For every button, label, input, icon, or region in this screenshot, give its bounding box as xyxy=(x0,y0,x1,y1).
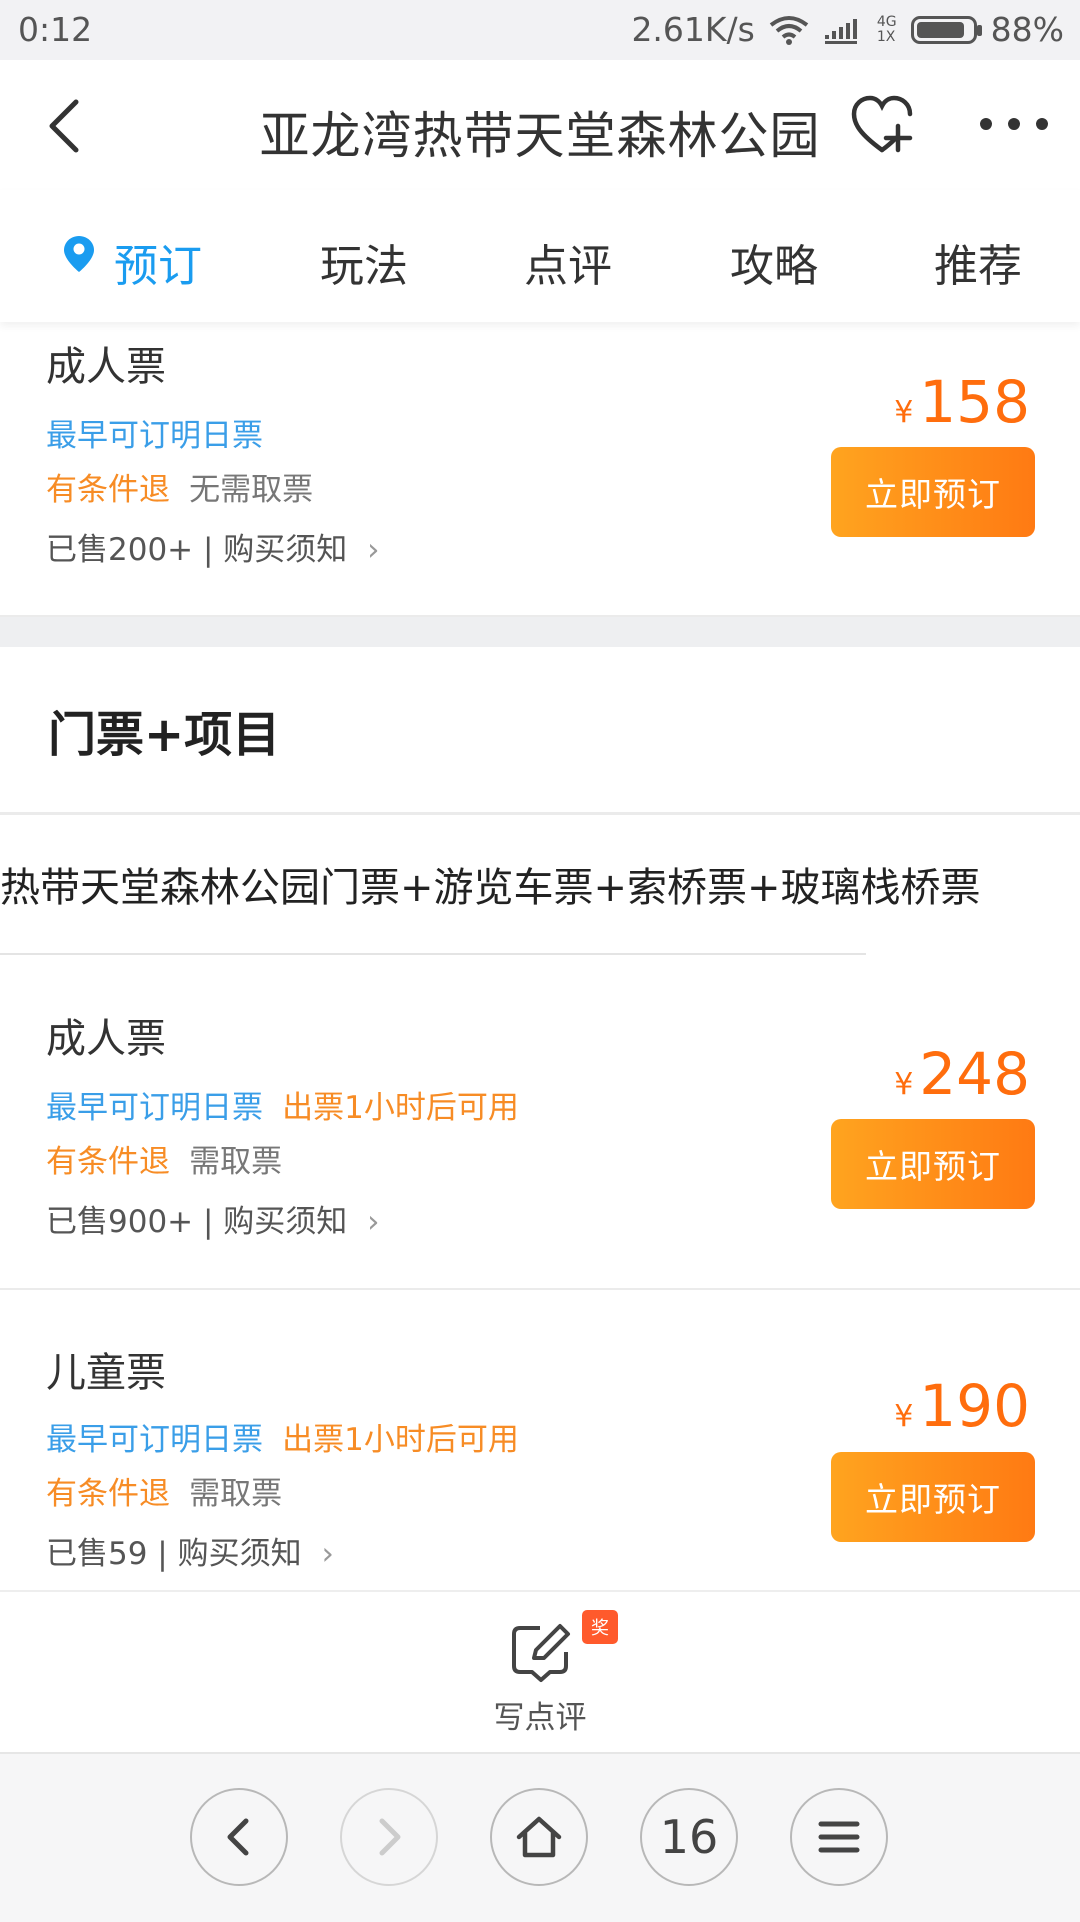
header: 亚龙湾热带天堂森林公园 xyxy=(0,60,1080,190)
battery-percent: 88% xyxy=(990,10,1064,49)
reward-badge: 奖 xyxy=(582,1610,618,1644)
package-name: 热带天堂森林公园门票+游览车票+索桥票+玻璃栈桥票 xyxy=(0,865,981,911)
browser-menu-button[interactable] xyxy=(790,1788,888,1886)
browser-tabs-button[interactable]: 16 xyxy=(640,1788,738,1886)
currency: ¥ xyxy=(894,395,914,430)
tab-play[interactable]: 玩法 xyxy=(320,230,408,294)
page-title: 亚龙湾热带天堂森林公园 xyxy=(259,107,821,165)
pickup-tag: 需取票 xyxy=(189,1476,283,1512)
ticket-name: 儿童票 xyxy=(46,1350,166,1396)
purchase-notice-link[interactable]: 已售200+ | 购买须知 › xyxy=(46,524,380,569)
location-pin-icon xyxy=(64,236,94,272)
book-now-button[interactable]: 立即预订 xyxy=(831,447,1035,537)
more-icon[interactable] xyxy=(978,116,1050,132)
favorite-add-icon[interactable] xyxy=(850,94,914,156)
booking-tag: 最早可订明日票 xyxy=(46,1090,263,1126)
sold-info: 已售59 | 购买须知 xyxy=(46,1536,302,1572)
refund-tag: 有条件退 xyxy=(46,472,170,508)
pickup-tag: 需取票 xyxy=(189,1144,283,1180)
wifi-icon xyxy=(769,15,809,45)
price-value: 248 xyxy=(919,1040,1030,1108)
chevron-right-icon: › xyxy=(367,1204,380,1240)
booking-tag: 最早可订明日票 xyxy=(46,1422,263,1458)
currency: ¥ xyxy=(894,1067,914,1102)
price: ¥158 xyxy=(894,368,1030,436)
edit-icon xyxy=(512,1624,570,1682)
refund-tag: 有条件退 xyxy=(46,1476,170,1512)
chevron-left-icon xyxy=(227,1818,249,1856)
refund-tag: 有条件退 xyxy=(46,1144,170,1180)
pickup-tag: 无需取票 xyxy=(189,472,314,508)
divider xyxy=(0,812,1080,815)
price: ¥190 xyxy=(894,1372,1030,1440)
network-type: 4G 1X xyxy=(876,13,897,45)
status-bar: 0:12 2.61K/s 4G 1X 88% xyxy=(0,0,1080,60)
browser-forward-button[interactable] xyxy=(340,1788,438,1886)
network-speed: 2.61K/s xyxy=(631,10,755,49)
section-gap xyxy=(0,617,1080,647)
tab-guides[interactable]: 攻略 xyxy=(730,230,818,294)
browser-nav-bar: 16 xyxy=(0,1752,1080,1922)
price: ¥248 xyxy=(894,1040,1030,1108)
divider xyxy=(0,953,866,955)
book-now-button[interactable]: 立即预订 xyxy=(831,1452,1035,1542)
price-value: 190 xyxy=(919,1372,1030,1440)
currency: ¥ xyxy=(894,1399,914,1434)
ticket-use-tag: 出票1小时后可用 xyxy=(282,1090,519,1126)
battery-fill xyxy=(916,21,965,38)
status-time: 0:12 xyxy=(18,10,93,49)
divider xyxy=(0,1288,1080,1290)
ticket-name: 成人票 xyxy=(46,1016,166,1062)
tab-booking[interactable]: 预订 xyxy=(114,230,202,294)
price-value: 158 xyxy=(919,368,1030,436)
tab-reviews[interactable]: 点评 xyxy=(524,230,612,294)
battery-icon xyxy=(910,15,982,44)
browser-home-button[interactable] xyxy=(490,1788,588,1886)
write-review-label: 写点评 xyxy=(493,1700,587,1736)
signal-icon xyxy=(824,18,857,44)
purchase-notice-link[interactable]: 已售900+ | 购买须知 › xyxy=(46,1196,380,1241)
sold-info: 已售200+ | 购买须知 xyxy=(46,532,348,568)
chevron-right-icon: › xyxy=(367,532,380,568)
ticket-use-tag: 出票1小时后可用 xyxy=(282,1422,519,1458)
sold-info: 已售900+ | 购买须知 xyxy=(46,1204,348,1240)
chevron-right-icon xyxy=(379,1818,401,1856)
section-title: 门票+项目 xyxy=(48,707,281,763)
booking-tag: 最早可订明日票 xyxy=(46,418,263,454)
browser-back-button[interactable] xyxy=(190,1788,288,1886)
tab-bar: 预订 玩法 点评 攻略 推荐 xyxy=(0,190,1080,322)
tab-recommend[interactable]: 推荐 xyxy=(934,230,1022,294)
write-review-bar: 奖 写点评 xyxy=(0,1590,1080,1754)
ticket-name: 成人票 xyxy=(46,344,166,390)
home-icon xyxy=(516,1816,562,1858)
chevron-right-icon: › xyxy=(321,1536,334,1572)
purchase-notice-link[interactable]: 已售59 | 购买须知 › xyxy=(46,1528,334,1573)
book-now-button[interactable]: 立即预订 xyxy=(831,1119,1035,1209)
tab-count: 16 xyxy=(659,1810,719,1864)
menu-icon xyxy=(818,1821,860,1853)
